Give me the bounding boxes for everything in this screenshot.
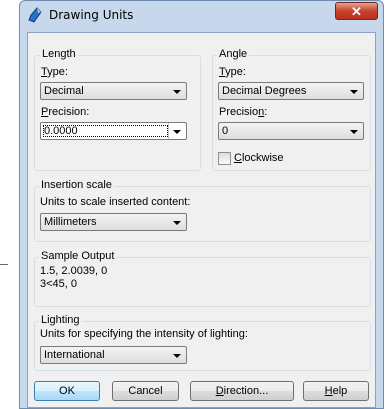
app-icon xyxy=(28,7,42,23)
length-precision-label: Precision: xyxy=(41,106,90,118)
window-title: Drawing Units xyxy=(49,8,134,22)
title-bar[interactable]: Drawing Units ✕ xyxy=(20,1,383,31)
angle-precision-dropdown[interactable]: 0 xyxy=(218,122,364,140)
chevron-down-icon xyxy=(350,90,358,94)
clockwise-checkbox[interactable] xyxy=(218,152,231,165)
insertion-scale-dropdown[interactable]: Millimeters xyxy=(40,213,187,231)
drawing-units-dialog: Drawing Units ✕ Length Type: Decimal Pre… xyxy=(19,0,384,409)
sample-output-line-2: 3<45, 0 xyxy=(40,278,78,290)
chevron-down-icon xyxy=(173,130,181,134)
chevron-down-icon xyxy=(173,354,181,358)
length-precision-dropdown[interactable]: 0.0000 xyxy=(40,122,187,140)
angle-type-value: Decimal Degrees xyxy=(222,85,307,97)
ok-button[interactable]: OK xyxy=(34,381,100,401)
length-type-label: Type: xyxy=(41,66,68,78)
angle-group-label: Angle xyxy=(217,48,250,60)
length-type-value: Decimal xyxy=(44,85,84,97)
dialog-body: Length Type: Decimal Precision: 0.0000 A… xyxy=(27,32,376,408)
insertion-scale-description: Units to scale inserted content: xyxy=(40,196,191,208)
clockwise-label[interactable]: Clockwise xyxy=(234,152,284,164)
lighting-units-value: International xyxy=(44,349,105,361)
lighting-description: Units for specifying the intensity of li… xyxy=(40,328,248,340)
chevron-down-icon xyxy=(173,221,181,225)
insertion-scale-value: Millimeters xyxy=(44,216,97,228)
focus-rectangle xyxy=(43,125,168,137)
lighting-units-dropdown[interactable]: International xyxy=(40,346,187,364)
help-button[interactable]: Help xyxy=(303,381,369,401)
cancel-button[interactable]: Cancel xyxy=(112,381,179,401)
background-line xyxy=(0,264,8,265)
chevron-down-icon xyxy=(350,130,358,134)
direction-button[interactable]: Direction... xyxy=(190,381,294,401)
insertion-scale-label: Insertion scale xyxy=(39,179,114,191)
sample-output-line-1: 1.5, 2.0039, 0 xyxy=(40,265,108,277)
close-button[interactable]: ✕ xyxy=(335,2,378,20)
sample-output-label: Sample Output xyxy=(39,250,117,262)
chevron-down-icon xyxy=(173,90,181,94)
angle-precision-label: Precision: xyxy=(219,106,268,118)
length-group-label: Length xyxy=(40,48,78,60)
close-icon: ✕ xyxy=(351,4,362,19)
length-type-dropdown[interactable]: Decimal xyxy=(40,82,187,100)
angle-precision-value: 0 xyxy=(222,125,229,137)
angle-type-dropdown[interactable]: Decimal Degrees xyxy=(218,82,364,100)
angle-type-label: Type: xyxy=(219,66,246,78)
lighting-group-label: Lighting xyxy=(39,314,82,326)
